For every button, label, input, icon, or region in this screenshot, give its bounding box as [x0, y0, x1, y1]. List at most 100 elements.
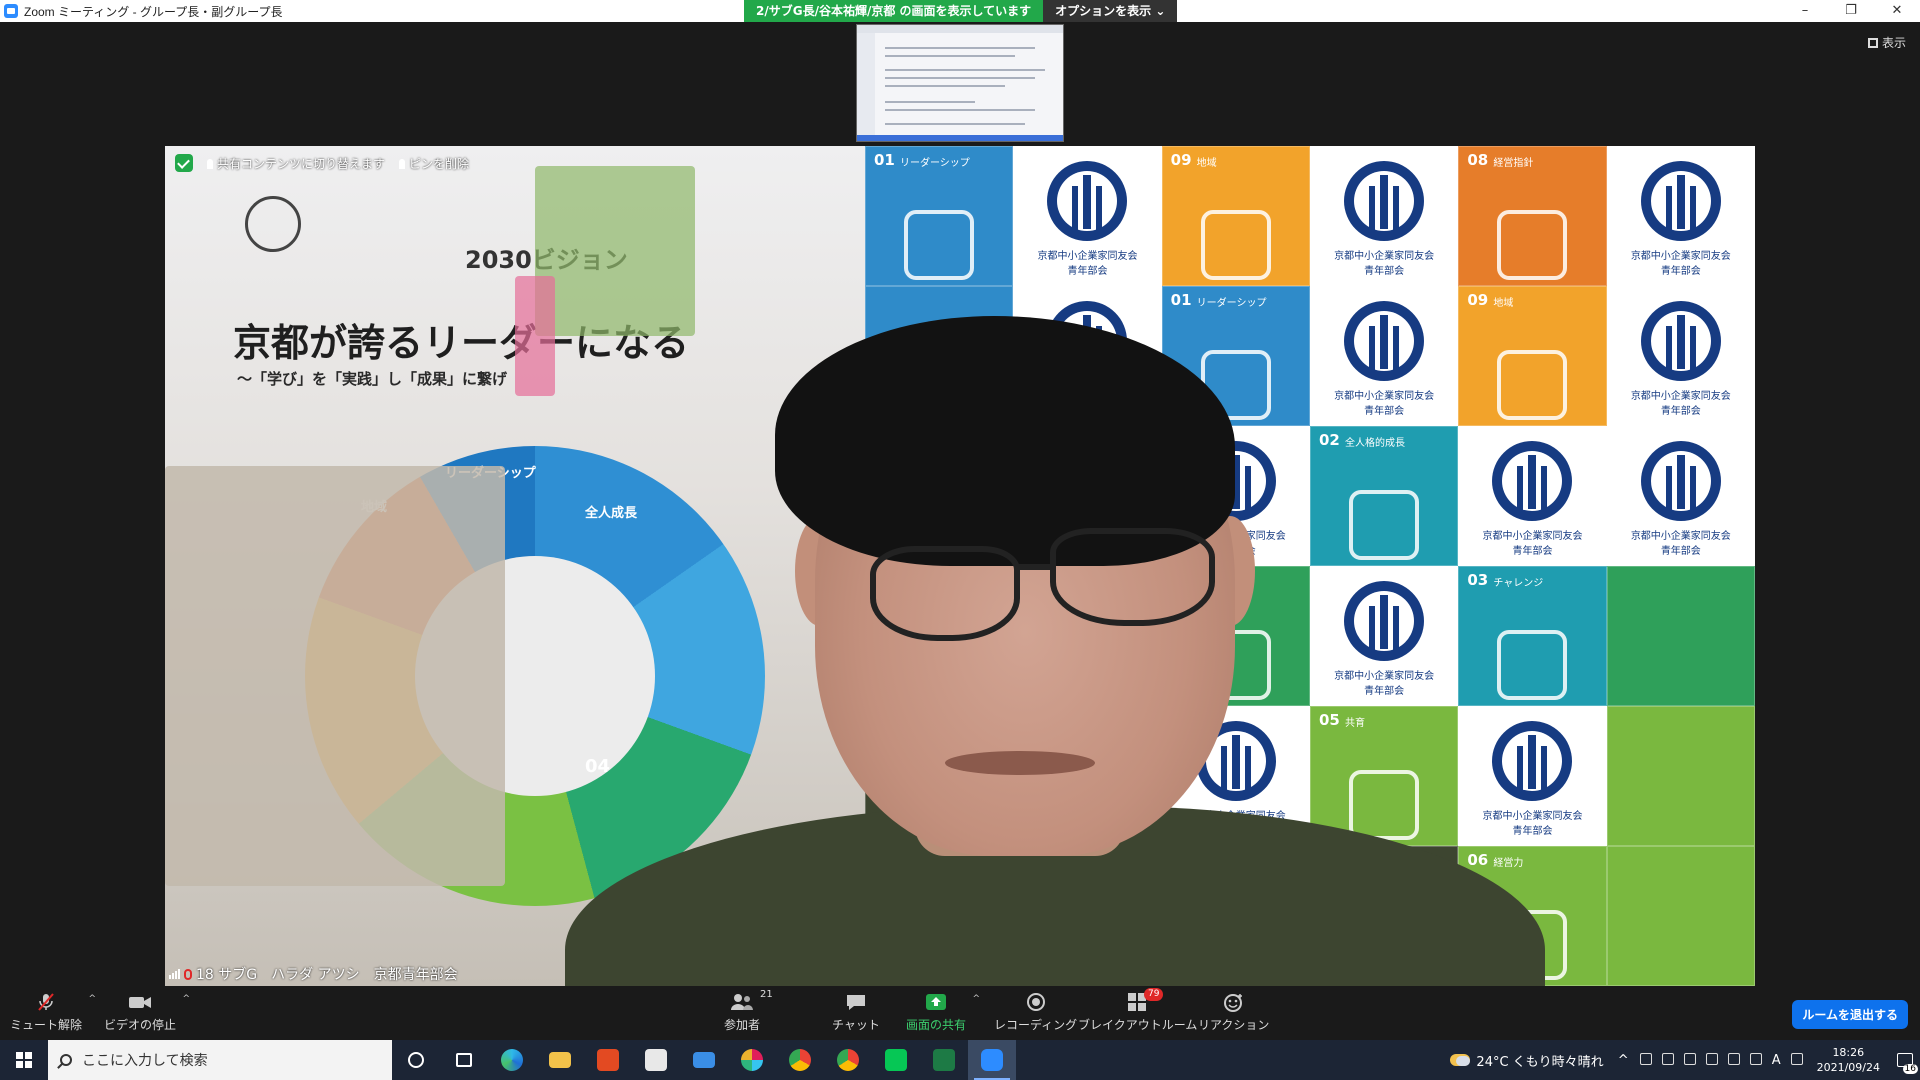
meeting-toolbar: ^ ミュート解除 ^ ビデオの停止 21 参加者 チャット ^ 画面の共有 レコ…: [0, 988, 1920, 1040]
slack-app[interactable]: [728, 1040, 776, 1080]
org-emblem-icon: [1640, 301, 1721, 381]
signal-strength-icon: [169, 969, 180, 979]
caret-up-icon[interactable]: ^: [88, 994, 96, 1004]
thumbnail-sidebar: [857, 33, 875, 141]
chat-label: チャット: [832, 1018, 880, 1032]
unpin-button[interactable]: ピンを削除: [399, 155, 469, 172]
org-name: 京都中小企業家同友会青年部会: [1482, 531, 1583, 557]
unpin-label: ピンを削除: [409, 156, 470, 171]
share-screen-button[interactable]: ^ 画面の共有: [906, 992, 980, 1033]
view-button-label: 表示: [1881, 36, 1906, 50]
chat-button[interactable]: チャット: [832, 992, 880, 1033]
store-bag-icon: [645, 1049, 667, 1071]
unmute-button[interactable]: ^ ミュート解除: [10, 992, 96, 1033]
grid-icon: [1867, 37, 1878, 48]
thumbnail-text-line: [885, 77, 1035, 79]
store-app[interactable]: [632, 1040, 680, 1080]
value-tile: 03 チャレンジ: [1458, 566, 1607, 706]
action-center-button[interactable]: 16: [1890, 1040, 1920, 1080]
edge-icon: [501, 1049, 523, 1071]
dropbox-icon[interactable]: [1661, 1052, 1674, 1065]
smiley-icon: [1198, 992, 1269, 1012]
windows-logo-icon: [16, 1052, 32, 1068]
microphone-icon[interactable]: [1705, 1052, 1718, 1065]
value-pictogram-icon: [1497, 350, 1568, 421]
switch-label: 共有コンテンツに切り替えます: [217, 156, 386, 171]
ime-indicator[interactable]: A: [1772, 1053, 1781, 1068]
excel-app[interactable]: [920, 1040, 968, 1080]
thumbnail-text-line: [885, 69, 1045, 71]
office-app[interactable]: [584, 1040, 632, 1080]
participant-name: 18 サブG ハラダ アツシ 京都青年部会: [196, 967, 458, 983]
org-name: 京都中小企業家同友会青年部会: [1630, 531, 1731, 557]
pinned-participant-video[interactable]: 2030ビジョン 京都が誇るリーダーになる 〜「学び」を「実践」し「成果」に繋げ…: [165, 146, 1755, 986]
chrome-icon: [789, 1049, 811, 1071]
org-emblem-icon: [1640, 161, 1721, 241]
network-icon[interactable]: [1727, 1052, 1740, 1065]
caret-up-icon[interactable]: ^: [182, 994, 190, 1004]
org-name: 京都中小企業家同友会青年部会: [1630, 251, 1731, 277]
chevron-up-icon[interactable]: ^: [1618, 1053, 1630, 1068]
encryption-shield-icon[interactable]: [175, 154, 193, 172]
caret-up-icon[interactable]: ^: [972, 994, 980, 1004]
zoom-app[interactable]: [968, 1040, 1016, 1080]
edge-app[interactable]: [488, 1040, 536, 1080]
tile-number: 01: [874, 151, 895, 169]
org-name: 京都中小企業家同友会青年部会: [1630, 391, 1731, 417]
tile-caption: チャレンジ: [1493, 578, 1544, 589]
chrome-app[interactable]: [776, 1040, 824, 1080]
pin-icon: [399, 159, 406, 169]
mail-envelope-icon: [693, 1052, 715, 1068]
value-tile: 08 経営指針: [1458, 146, 1607, 286]
zoom-icon: [981, 1049, 1003, 1071]
line-app[interactable]: [872, 1040, 920, 1080]
org-emblem-icon: [1492, 441, 1573, 521]
mail-app[interactable]: [680, 1040, 728, 1080]
org-emblem-icon: [1047, 161, 1128, 241]
thumbnail-text-line: [885, 55, 1015, 57]
thumbnail-text-line: [885, 109, 1035, 111]
close-button[interactable]: ✕: [1874, 0, 1920, 22]
shared-screen-thumbnail[interactable]: [856, 24, 1064, 142]
participants-button[interactable]: 21 参加者: [724, 989, 773, 1033]
chat-bubble-icon: [832, 992, 880, 1012]
record-button[interactable]: レコーディング: [994, 992, 1077, 1033]
participants-count: 21: [760, 989, 773, 1000]
clock[interactable]: 18:26 2021/09/24: [1817, 1045, 1880, 1075]
reactions-label: リアクション: [1198, 1018, 1270, 1032]
file-explorer-app[interactable]: [536, 1040, 584, 1080]
stop-video-button[interactable]: ^ ビデオの停止: [104, 992, 190, 1033]
chrome-profile-app[interactable]: [824, 1040, 872, 1080]
taskbar-search[interactable]: ここに入力して検索: [48, 1040, 392, 1080]
leave-room-button[interactable]: ルームを退出する: [1792, 1000, 1908, 1029]
breakout-rooms-button[interactable]: 79 ブレイクアウトルーム: [1078, 988, 1198, 1033]
windows-taskbar: ここに入力して検索 24°C くもり時々晴れ ^ A 18:26 2021/09…: [0, 1040, 1920, 1080]
cortana-button[interactable]: [392, 1040, 440, 1080]
wheel-label: 全人成長: [585, 506, 638, 521]
weather-widget[interactable]: 24°C くもり時々晴れ: [1450, 1051, 1604, 1070]
value-tile: [1606, 566, 1755, 706]
start-button[interactable]: [0, 1040, 48, 1080]
tile-number: 09: [1170, 151, 1192, 169]
switch-to-shared-content-button[interactable]: 共有コンテンツに切り替えます: [207, 155, 385, 172]
ime-mode-icon[interactable]: [1790, 1052, 1803, 1065]
org-logo: [245, 196, 301, 252]
reactions-button[interactable]: リアクション: [1198, 992, 1269, 1033]
tile-number: 08: [1467, 151, 1489, 169]
volume-icon[interactable]: [1749, 1052, 1762, 1065]
view-options-button[interactable]: オプションを表示 ⌄: [1043, 0, 1178, 22]
breakout-rooms-label: ブレイクアウトルーム: [1078, 1018, 1198, 1032]
logo-tile: 京都中小企業家同友会青年部会: [1458, 426, 1607, 566]
video-top-controls: 共有コンテンツに切り替えます ピンを削除: [175, 154, 469, 172]
minimize-button[interactable]: –: [1782, 0, 1828, 22]
task-view-button[interactable]: [440, 1040, 488, 1080]
tile-caption: 地域: [1196, 158, 1217, 169]
share-screen-label: 画面の共有: [906, 1018, 967, 1032]
restore-button[interactable]: ❐: [1828, 0, 1874, 22]
view-button[interactable]: 表示: [1867, 34, 1906, 51]
thumbnail-text-line: [885, 85, 1005, 87]
onedrive-icon[interactable]: [1683, 1052, 1696, 1065]
tray-app-icon[interactable]: [1639, 1052, 1652, 1065]
search-icon: [60, 1054, 72, 1066]
participants-label: 参加者: [724, 1018, 761, 1032]
